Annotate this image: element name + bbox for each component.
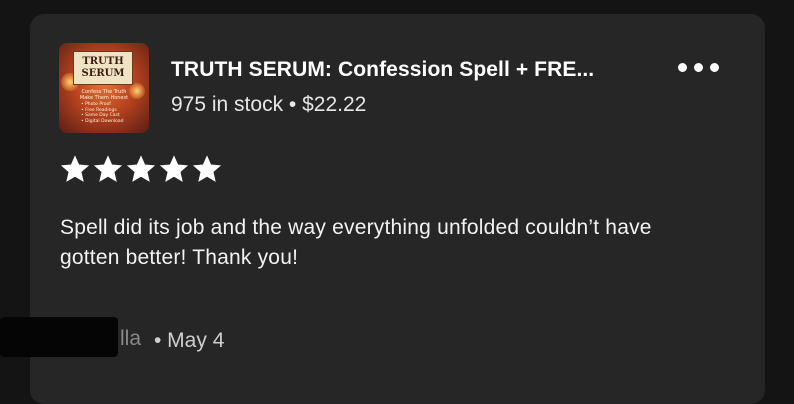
star-icon xyxy=(60,155,90,182)
reviewer-name[interactable]: lla xyxy=(120,327,141,351)
review-date: • May 4 xyxy=(154,329,225,352)
review-text: Spell did its job and the way everything… xyxy=(60,216,652,269)
thumbnail-subtitle-line2: Make Them Honest xyxy=(79,95,129,101)
thumbnail-heading: TRUTH SERUM xyxy=(73,51,133,85)
thumbnail-heading-line2: SERUM xyxy=(81,68,125,79)
star-rating xyxy=(60,154,222,184)
star-icon xyxy=(126,155,156,182)
star-icon xyxy=(192,155,222,182)
more-options-button[interactable] xyxy=(674,58,724,78)
star-icon xyxy=(93,155,123,182)
more-horizontal-icon xyxy=(710,63,719,72)
review-card: TRUTH SERUM Confess The Truth Make Them … xyxy=(0,14,765,404)
more-horizontal-icon xyxy=(678,63,687,72)
stock-and-price: 975 in stock • $22.22 xyxy=(171,93,367,116)
product-title[interactable]: TRUTH SERUM: Confession Spell + FRE... xyxy=(171,58,661,82)
more-horizontal-icon xyxy=(694,63,703,72)
thumbnail-subtitle: Confess The Truth Make Them Honest xyxy=(63,89,145,101)
redacted-reviewer-name xyxy=(0,317,118,357)
thumbnail-bullet: • Digital Download xyxy=(81,118,124,124)
star-icon xyxy=(159,155,189,182)
product-thumbnail[interactable]: TRUTH SERUM Confess The Truth Make Them … xyxy=(59,43,149,133)
thumbnail-bullets: • Photo Proof • Free Readings • Same Day… xyxy=(81,102,141,124)
thumbnail-heading-line1: TRUTH xyxy=(82,56,124,67)
